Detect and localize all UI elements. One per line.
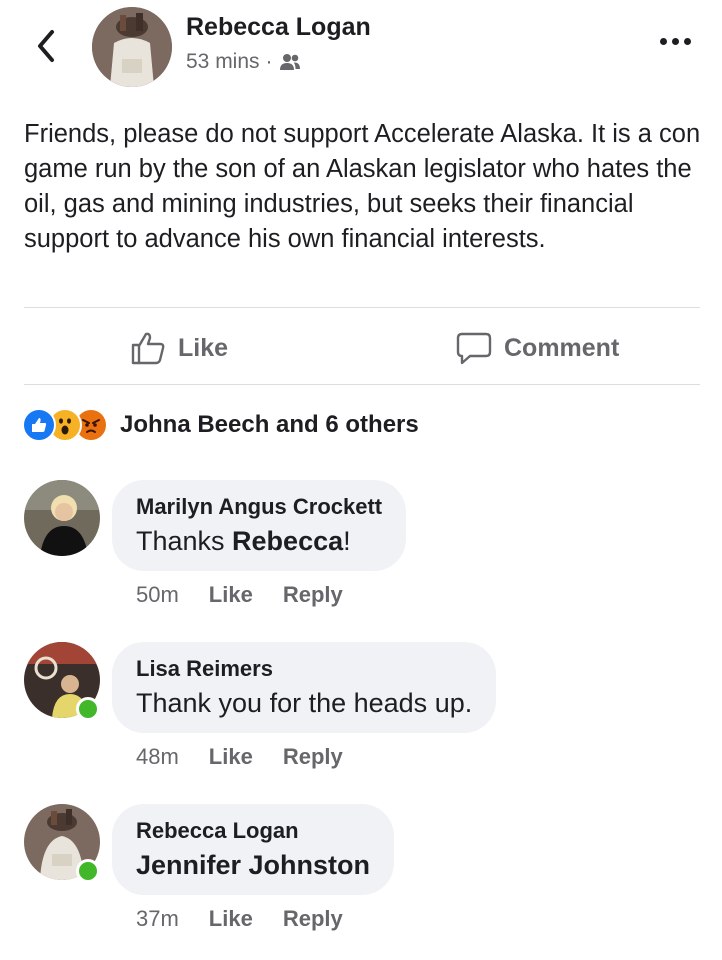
mention[interactable]: Rebecca — [232, 526, 343, 556]
like-label: Like — [178, 333, 229, 362]
comment-like-button[interactable]: Like — [209, 582, 253, 608]
more-options-button[interactable] — [660, 38, 694, 50]
comment-icon — [456, 332, 492, 365]
comment-like-button[interactable]: Like — [209, 906, 253, 932]
comment-reply-button[interactable]: Reply — [283, 582, 343, 608]
author-name[interactable]: Rebecca Logan — [186, 13, 371, 42]
comment-like-button[interactable]: Like — [209, 744, 253, 770]
back-button[interactable] — [32, 28, 62, 64]
comment-meta: 37m Like Reply — [136, 906, 343, 932]
like-button[interactable]: Like — [130, 330, 228, 366]
comment-button[interactable]: Comment — [456, 330, 619, 366]
comment-text: Thank you for the heads up. — [136, 688, 473, 718]
comment-text: Thanks Rebecca! — [136, 526, 351, 556]
chevron-left-icon — [38, 30, 54, 62]
reactions-text: Johna Beech and 6 others — [120, 411, 419, 438]
commenter-name[interactable]: Marilyn Angus Crockett — [136, 494, 382, 520]
comment-reply-button[interactable]: Reply — [283, 906, 343, 932]
divider — [24, 384, 700, 385]
thumbs-up-icon — [131, 332, 165, 365]
online-status-indicator — [76, 859, 100, 883]
post-time[interactable]: 53 mins — [186, 50, 260, 74]
commenter-avatar[interactable] — [24, 480, 100, 556]
comment-time[interactable]: 37m — [136, 906, 179, 932]
meta-separator: · — [265, 50, 273, 73]
reactions-summary[interactable]: Johna Beech and 6 others — [22, 408, 419, 442]
commenter-name[interactable]: Rebecca Logan — [136, 818, 370, 844]
comment-meta: 50m Like Reply — [136, 582, 343, 608]
comment-meta: 48m Like Reply — [136, 744, 343, 770]
divider — [24, 307, 700, 308]
post-meta: 53 mins · — [186, 50, 301, 74]
comment-text: Jennifer Johnston — [136, 850, 370, 881]
comment-time[interactable]: 48m — [136, 744, 179, 770]
comment-time[interactable]: 50m — [136, 582, 179, 608]
comment-bubble[interactable]: Lisa Reimers Thank you for the heads up. — [112, 642, 497, 733]
comment-bubble[interactable]: Marilyn Angus Crockett Thanks Rebecca! — [112, 480, 407, 571]
more-dots-icon — [660, 38, 667, 45]
like-reaction-icon — [22, 408, 56, 442]
mention[interactable]: Jennifer Johnston — [136, 850, 370, 880]
comment-label: Comment — [504, 333, 620, 362]
comment-bubble[interactable]: Rebecca Logan Jennifer Johnston — [112, 804, 395, 895]
comment-reply-button[interactable]: Reply — [283, 744, 343, 770]
online-status-indicator — [76, 697, 100, 721]
friends-icon — [279, 54, 300, 70]
author-avatar[interactable] — [92, 7, 172, 87]
post-text: Friends, please do not support Accelerat… — [24, 120, 701, 253]
commenter-name[interactable]: Lisa Reimers — [136, 656, 472, 682]
